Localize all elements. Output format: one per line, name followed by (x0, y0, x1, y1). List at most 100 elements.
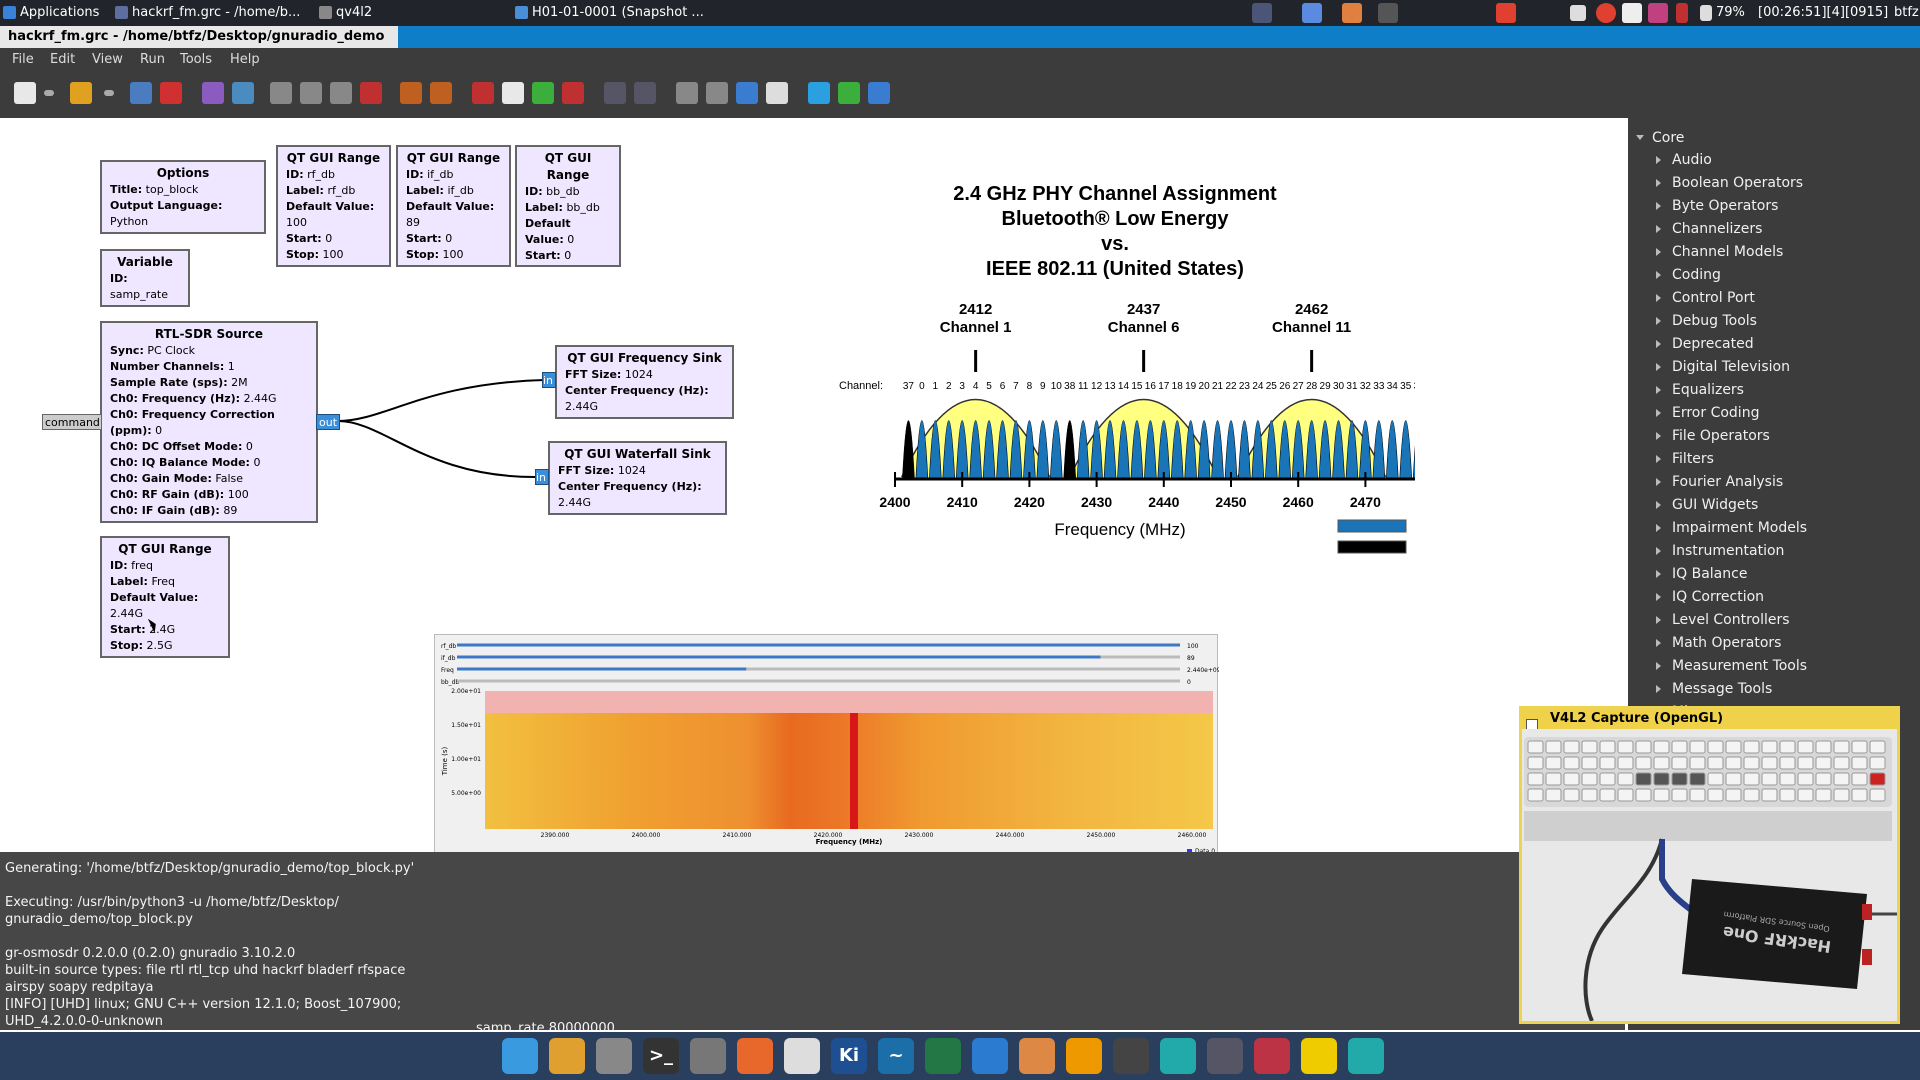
library-category[interactable]: Boolean Operators (1655, 173, 1803, 193)
library-category[interactable]: Message Tools (1655, 679, 1772, 699)
port-in-freq-sink[interactable]: in (542, 372, 556, 388)
rotate-ccw-icon[interactable] (604, 82, 626, 104)
library-category[interactable]: Filters (1656, 449, 1714, 469)
library-category[interactable]: IQ Correction (1655, 587, 1764, 607)
dock-desktop-icon[interactable] (502, 1038, 538, 1074)
dock-search-icon[interactable] (1348, 1038, 1384, 1074)
dock-kicad-icon[interactable]: Ki (831, 1038, 867, 1074)
workspace-1-icon[interactable] (1252, 3, 1272, 23)
paste-icon[interactable] (330, 82, 352, 104)
library-category[interactable]: IQ Balance (1655, 564, 1747, 584)
dock-terminal-icon[interactable]: >_ (643, 1038, 679, 1074)
connection-freq-sink[interactable] (337, 379, 546, 422)
library-category[interactable]: Error Coding (1655, 403, 1759, 423)
library-category[interactable]: Coding (1656, 265, 1721, 285)
v4l2-capture-window[interactable]: V4L2 Capture (OpenGL) HackRF One Open So… (1519, 706, 1900, 1024)
dock-files-icon[interactable] (549, 1038, 585, 1074)
dock-obs-icon[interactable] (1207, 1038, 1243, 1074)
waterfall-plot[interactable] (485, 713, 1213, 829)
screen-tray-icon[interactable] (1570, 5, 1586, 21)
module-icon[interactable] (868, 82, 890, 104)
taskbar-window-snapshot[interactable]: H01-01-0001 (Snapshot ... (512, 0, 712, 26)
chrome-tray-icon[interactable] (1496, 3, 1516, 23)
dock-telegram-icon[interactable] (1160, 1038, 1196, 1074)
delete-icon[interactable] (360, 82, 382, 104)
alert-tray-icon[interactable] (1676, 3, 1688, 23)
dock-blender-icon[interactable] (1066, 1038, 1102, 1074)
library-category[interactable]: Fourier Analysis (1655, 472, 1783, 492)
workspace-3-icon[interactable] (1342, 3, 1362, 23)
run-icon[interactable] (532, 82, 554, 104)
port-out[interactable]: out (316, 414, 341, 430)
library-category[interactable]: Control Port (1656, 288, 1755, 308)
dock-monitor-icon[interactable] (972, 1038, 1008, 1074)
open-dropdown-icon[interactable] (104, 90, 114, 96)
error-icon[interactable] (472, 82, 494, 104)
library-category[interactable]: Equalizers (1656, 380, 1744, 400)
library-category[interactable]: Channelizers (1655, 219, 1762, 239)
menu-run[interactable]: Run (140, 48, 165, 72)
taskbar-window-qv4l2[interactable]: qv4l2 (316, 0, 506, 26)
copy-icon[interactable] (300, 82, 322, 104)
redo-icon[interactable] (430, 82, 452, 104)
dock-notes-icon[interactable] (784, 1038, 820, 1074)
camera-icon[interactable] (1622, 3, 1642, 23)
new-icon[interactable] (14, 82, 36, 104)
screenshot-icon[interactable] (232, 82, 254, 104)
menu-help[interactable]: Help (230, 48, 260, 72)
library-category[interactable]: Math Operators (1655, 633, 1781, 653)
library-category[interactable]: Debug Tools (1656, 311, 1757, 331)
block-qt-range-bb[interactable]: QT GUI Range ID: bb_db Label: bb_db Default… (515, 145, 621, 267)
applications-menu[interactable]: Applications (0, 0, 108, 26)
menu-view[interactable]: View (92, 48, 123, 72)
dock-firefox-icon[interactable] (737, 1038, 773, 1074)
port-command[interactable]: command (42, 414, 102, 430)
library-category[interactable]: Audio (1656, 150, 1712, 170)
new-dropdown-icon[interactable] (44, 90, 54, 96)
workspace-2-icon[interactable] (1302, 3, 1322, 23)
cut-icon[interactable] (270, 82, 292, 104)
app-tray-icon[interactable] (1648, 3, 1668, 23)
dock-logic-icon[interactable]: ~ (878, 1038, 914, 1074)
parameters-icon[interactable] (766, 82, 788, 104)
library-category[interactable]: GUI Widgets (1655, 495, 1758, 515)
rotate-cw-icon[interactable] (634, 82, 656, 104)
library-category[interactable]: Deprecated (1656, 334, 1754, 354)
save-as-icon[interactable] (202, 82, 224, 104)
port-in-waterfall-sink[interactable]: in (535, 469, 549, 485)
open-icon[interactable] (70, 82, 92, 104)
menu-tools[interactable]: Tools (180, 48, 212, 72)
library-category[interactable]: Byte Operators (1655, 196, 1778, 216)
block-variable[interactable]: VariableID: samp_rateValue: 80M (100, 249, 190, 307)
dock-settings-icon[interactable] (596, 1038, 632, 1074)
bypass-icon[interactable] (736, 82, 758, 104)
connection-waterfall-sink[interactable] (337, 420, 539, 479)
save-icon[interactable] (130, 82, 152, 104)
block-rtl-sdr-source[interactable]: RTL-SDR Source Sync: PC Clock Number Chann… (100, 321, 318, 523)
block-qt-range-if[interactable]: QT GUI Range ID: if_db Label: if_db Default… (396, 145, 511, 267)
library-category[interactable]: File Operators (1656, 426, 1770, 446)
block-qt-freq-sink[interactable]: QT GUI Frequency Sink FFT Size: 1024 Cente… (555, 345, 734, 419)
dock-text-editor-icon[interactable] (690, 1038, 726, 1074)
reload-icon[interactable] (838, 82, 860, 104)
library-category[interactable]: Channel Models (1655, 242, 1783, 262)
library-root-core[interactable]: Core (1635, 128, 1684, 148)
disable-icon[interactable] (706, 82, 728, 104)
library-category[interactable]: Level Controllers (1656, 610, 1790, 630)
workspace-4-icon[interactable] (1378, 3, 1398, 23)
library-category[interactable]: Instrumentation (1655, 541, 1784, 561)
block-qt-range-rf[interactable]: QT GUI Range ID: rf_db Label: rf_db Default… (276, 145, 391, 267)
dock-gqrx-icon[interactable] (925, 1038, 961, 1074)
block-options[interactable]: Options Title: top_block Output Language: … (100, 160, 266, 234)
block-qt-waterfall-sink[interactable]: QT GUI Waterfall Sink FFT Size: 1024 Cente… (548, 441, 727, 515)
close-icon[interactable] (160, 82, 182, 104)
undo-icon[interactable] (400, 82, 422, 104)
chrome-icon[interactable] (1596, 3, 1616, 23)
enable-icon[interactable] (676, 82, 698, 104)
library-category[interactable]: Impairment Models (1655, 518, 1807, 538)
kill-icon[interactable] (562, 82, 584, 104)
taskbar-window-grc[interactable]: hackrf_fm.grc - /home/b... (112, 0, 312, 26)
dock-books-icon[interactable] (1019, 1038, 1055, 1074)
find-icon[interactable] (808, 82, 830, 104)
dock-screen-recorder-icon[interactable] (1254, 1038, 1290, 1074)
